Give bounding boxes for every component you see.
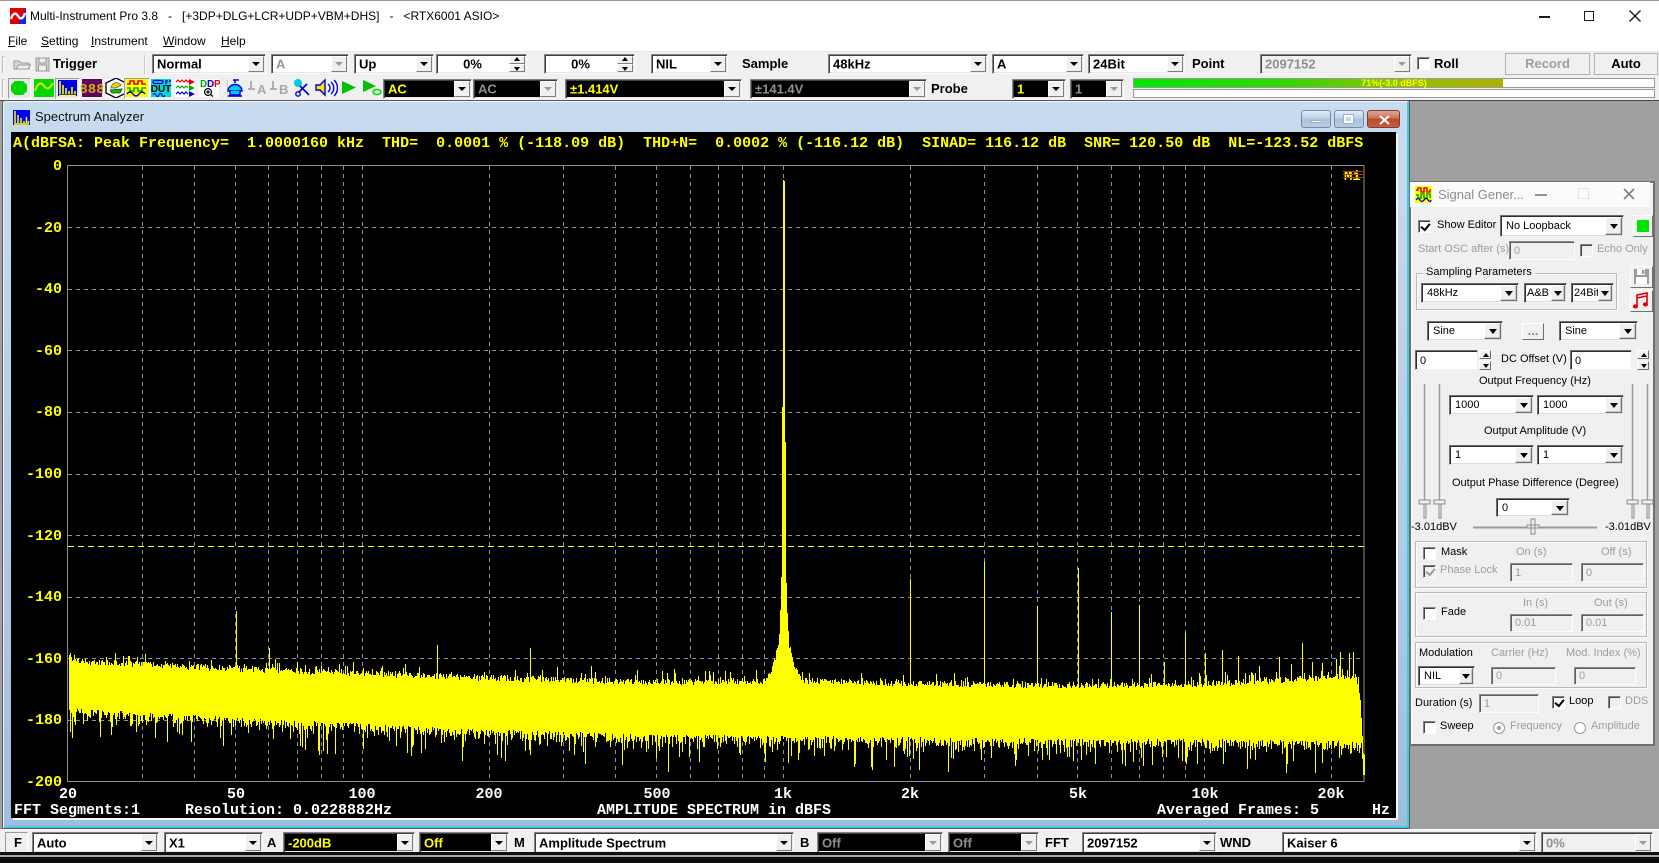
svg-text:888: 888: [81, 82, 103, 98]
svg-text:A: A: [257, 82, 267, 97]
svg-text:P: P: [214, 79, 220, 90]
svg-text:B: B: [279, 82, 288, 97]
